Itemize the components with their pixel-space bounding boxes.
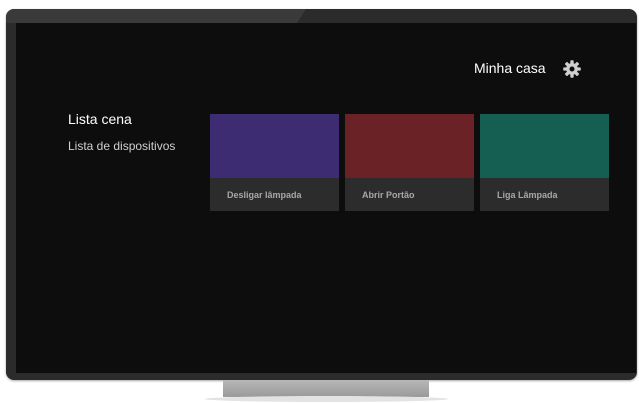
card-color-area (210, 114, 339, 178)
card-label: Liga Lâmpada (497, 190, 558, 200)
side-nav: Lista cena Lista de dispositivos (68, 111, 175, 153)
nav-item-lista-dispositivos[interactable]: Lista de dispositivos (68, 139, 175, 153)
card-label: Desligar lâmpada (227, 190, 302, 200)
card-color-area (345, 114, 474, 178)
card-label-area: Liga Lâmpada (480, 178, 609, 211)
tv-frame: Minha casa Lista cena Lista de dispositi… (6, 9, 637, 380)
tv-stand-base (205, 396, 448, 402)
card-label-area: Abrir Portão (345, 178, 474, 211)
scene-card-abrir-portao[interactable]: Abrir Portão (345, 114, 474, 211)
scene-card-liga-lampada[interactable]: Liga Lâmpada (480, 114, 609, 211)
nav-item-lista-cena[interactable]: Lista cena (68, 111, 175, 127)
gear-icon[interactable] (562, 59, 582, 79)
tv-stand-neck (223, 380, 429, 397)
tv-screen: Minha casa Lista cena Lista de dispositi… (16, 23, 636, 373)
card-color-area (480, 114, 609, 178)
tv-glare (6, 9, 306, 23)
page-title: Minha casa (474, 60, 546, 76)
card-label: Abrir Portão (362, 190, 415, 200)
card-label-area: Desligar lâmpada (210, 178, 339, 211)
scene-card-desligar-lampada[interactable]: Desligar lâmpada (210, 114, 339, 211)
